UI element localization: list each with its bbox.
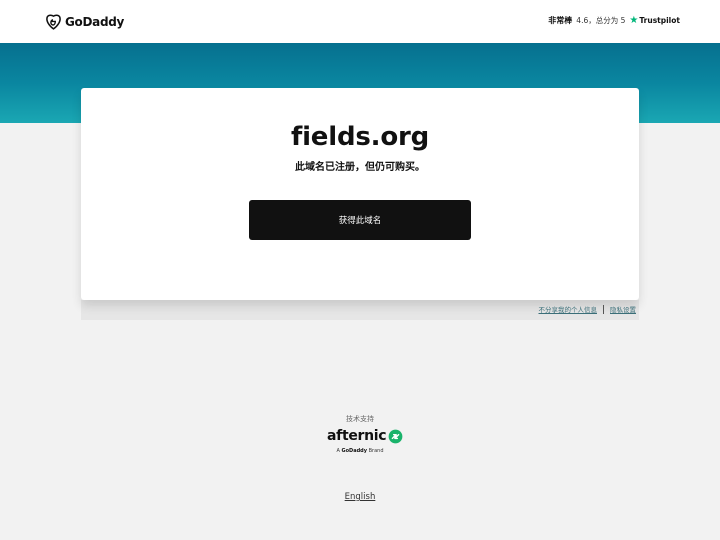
domain-card: fields.org 此域名已注册，但仍可购买。 获得此域名	[81, 88, 639, 300]
top-header: GoDaddy 非常棒 4.6，总分为 5 ★ Trustpilot	[0, 0, 720, 43]
language-link-english[interactable]: English	[345, 492, 376, 502]
godaddy-logo[interactable]: GoDaddy	[45, 13, 124, 31]
powered-by-text: 技术支持	[346, 415, 374, 423]
trustpilot-text: Trustpilot	[639, 16, 680, 25]
privacy-settings-link[interactable]: 隐私设置	[610, 304, 636, 314]
brand-tagline: A GoDaddy Brand	[0, 448, 720, 454]
language-switcher: English	[0, 492, 720, 502]
brand-tagline-prefix: A	[336, 448, 340, 454]
brand-tagline-name: GoDaddy	[341, 448, 367, 454]
afternic-arrows-icon	[388, 429, 403, 443]
domain-status-text: 此域名已注册，但仍可购买。	[295, 162, 425, 173]
rating-label: 非常棒	[548, 16, 573, 25]
privacy-links: 不分享我的个人信息 隐私设置	[539, 304, 636, 314]
star-icon: ★	[629, 14, 639, 26]
logo-text: GoDaddy	[65, 15, 125, 29]
rating-score: 4.6，总分为 5	[576, 16, 626, 25]
godaddy-logo-icon	[46, 13, 61, 30]
afternic-logo[interactable]: afternic	[327, 428, 403, 444]
trustpilot-rating[interactable]: 非常棒 4.6，总分为 5 ★ Trustpilot	[548, 15, 680, 26]
domain-name: fields.org	[290, 122, 430, 152]
afternic-wordmark: afternic	[327, 428, 387, 444]
do-not-share-link[interactable]: 不分享我的个人信息	[539, 304, 598, 314]
brand-tagline-suffix: Brand	[368, 448, 384, 454]
divider	[603, 304, 604, 314]
get-domain-button[interactable]: 获得此域名	[249, 200, 471, 240]
